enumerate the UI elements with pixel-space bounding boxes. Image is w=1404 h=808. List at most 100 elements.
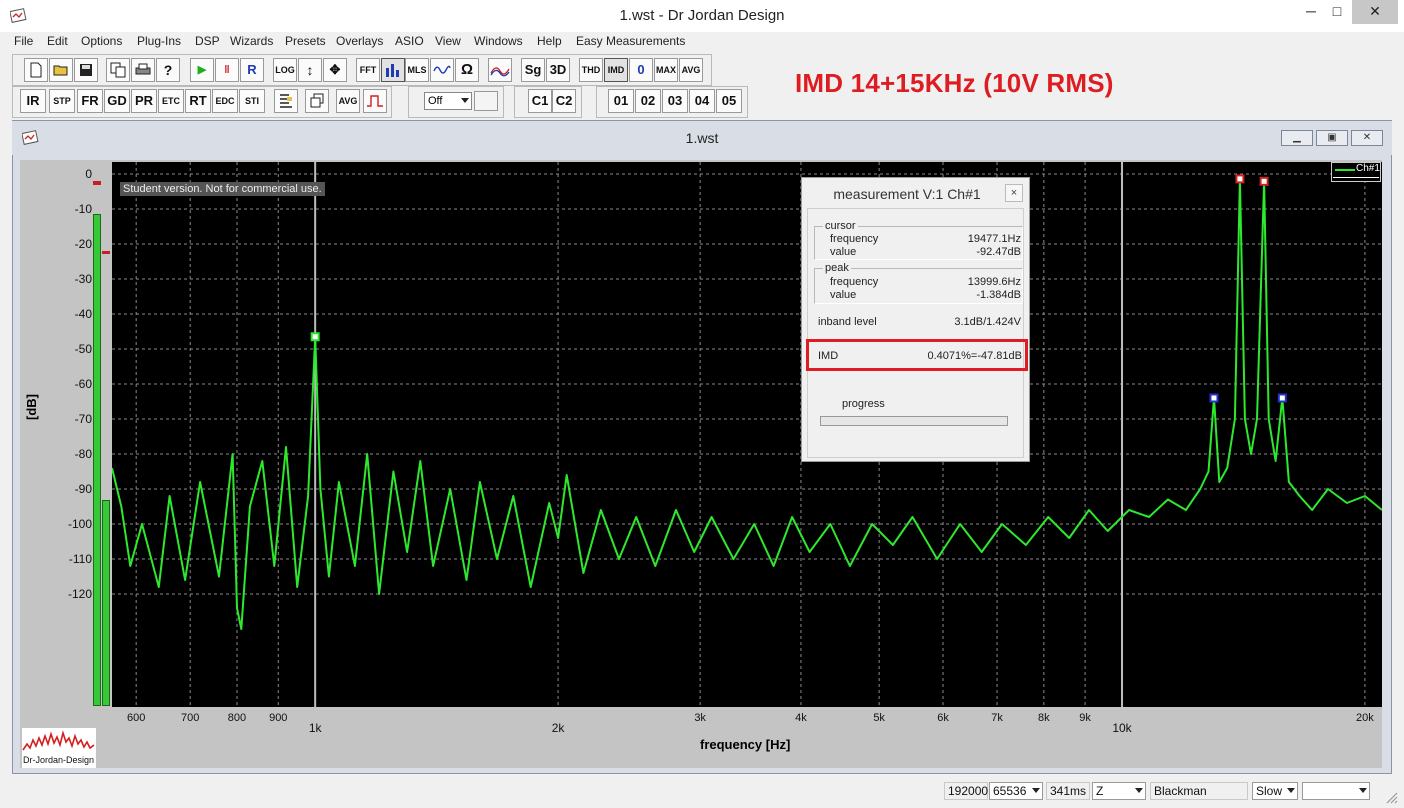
c2-button[interactable]: C2 xyxy=(552,89,576,113)
menu-overlays[interactable]: Overlays xyxy=(336,34,383,48)
print-icon[interactable] xyxy=(131,58,155,82)
c1-button[interactable]: C1 xyxy=(528,89,552,113)
menu-presets[interactable]: Presets xyxy=(285,34,326,48)
waveform-icon[interactable] xyxy=(430,58,454,82)
y-tick-label: -10 xyxy=(74,202,92,216)
windows-stack-icon[interactable] xyxy=(305,89,329,113)
peak-hold-indicator-right xyxy=(102,251,110,254)
duration-field: 341ms xyxy=(1046,782,1090,800)
vertical-zoom-icon[interactable]: ↕ xyxy=(298,58,322,82)
fft-button[interactable]: FFT xyxy=(356,58,380,82)
mls-button[interactable]: MLS xyxy=(405,58,429,82)
menu-file[interactable]: File xyxy=(14,34,33,48)
save-icon[interactable] xyxy=(74,58,98,82)
chevron-down-icon xyxy=(1135,788,1143,793)
document-minimize-button[interactable]: ▁ xyxy=(1281,130,1313,146)
menu-bar: File Edit Options Plug-Ins DSP Wizards P… xyxy=(0,32,1404,51)
sti-button[interactable]: STI xyxy=(239,89,265,113)
document-close-button[interactable]: ✕ xyxy=(1351,130,1383,146)
menu-asio[interactable]: ASIO xyxy=(395,34,424,48)
y-tick-label: -110 xyxy=(68,552,92,566)
y-tick-label: -70 xyxy=(74,412,92,426)
speed-value: Slow xyxy=(1256,784,1283,798)
log-button[interactable]: LOG xyxy=(273,58,297,82)
pause-button[interactable]: ‖ xyxy=(215,58,239,82)
extra-select[interactable] xyxy=(1302,782,1370,800)
menu-windows[interactable]: Windows xyxy=(474,34,523,48)
menu-dsp[interactable]: DSP xyxy=(195,34,220,48)
chevron-down-icon xyxy=(461,98,469,103)
y-tick-label: -30 xyxy=(74,272,92,286)
x-tick-label: 8k xyxy=(1038,712,1050,724)
x-tick-label: 6k xyxy=(937,712,949,724)
marker-tool-icon[interactable] xyxy=(274,89,298,113)
avg-button-top[interactable]: AVG xyxy=(679,58,703,82)
3d-button[interactable]: 3D xyxy=(546,58,570,82)
x-tick-label: 20k xyxy=(1356,712,1374,724)
close-button[interactable]: ✕ xyxy=(1352,0,1398,24)
maximize-button[interactable]: □ xyxy=(1322,0,1352,24)
spectrum-bars-icon[interactable] xyxy=(381,58,405,82)
menu-plugins[interactable]: Plug-Ins xyxy=(137,34,181,48)
ir-button[interactable]: IR xyxy=(20,89,46,113)
select-extra-button[interactable] xyxy=(474,91,498,111)
x-tick-label: 5k xyxy=(873,712,885,724)
preset-01-button[interactable]: 01 xyxy=(608,89,634,113)
preset-02-button[interactable]: 02 xyxy=(635,89,661,113)
open-icon[interactable] xyxy=(49,58,73,82)
gd-button[interactable]: GD xyxy=(104,89,130,113)
menu-edit[interactable]: Edit xyxy=(47,34,68,48)
zero-button[interactable]: 0 xyxy=(629,58,653,82)
inband-level-value: 3.1dB/1.424V xyxy=(954,316,1021,328)
new-icon[interactable] xyxy=(24,58,48,82)
overlay-curves-icon[interactable] xyxy=(488,58,512,82)
menu-help[interactable]: Help xyxy=(537,34,562,48)
measurement-close-button[interactable]: × xyxy=(1005,184,1023,202)
help-icon[interactable]: ? xyxy=(156,58,180,82)
edc-button[interactable]: EDC xyxy=(212,89,238,113)
imd-button[interactable]: IMD xyxy=(604,58,628,82)
pulse-icon[interactable] xyxy=(363,89,387,113)
window-function-field: Blackman xyxy=(1150,782,1248,800)
imd-value: 0.4071%=-47.81dB xyxy=(927,350,1023,362)
peak-marker xyxy=(310,332,320,342)
avg-button[interactable]: AVG xyxy=(336,89,360,113)
preset-05-button[interactable]: 05 xyxy=(716,89,742,113)
mode-select[interactable]: Off xyxy=(424,92,472,110)
sg-button[interactable]: Sg xyxy=(521,58,545,82)
window-title: 1.wst - Dr Jordan Design xyxy=(619,7,785,24)
peak-group-label: peak xyxy=(823,262,851,274)
mode-z-select[interactable]: Z xyxy=(1092,782,1146,800)
record-button[interactable]: R xyxy=(240,58,264,82)
etc-button[interactable]: ETC xyxy=(158,89,184,113)
max-button[interactable]: MAX xyxy=(654,58,678,82)
x-tick-label-major: 10k xyxy=(1112,721,1132,735)
y-axis-label: [dB] xyxy=(24,394,39,420)
thd-button[interactable]: THD xyxy=(579,58,603,82)
pr-button[interactable]: PR xyxy=(131,89,157,113)
fft-size-select[interactable]: 65536 xyxy=(989,782,1043,800)
level-meter-left xyxy=(93,214,101,706)
menu-view[interactable]: View xyxy=(435,34,461,48)
resize-grip-icon[interactable] xyxy=(1384,790,1398,804)
menu-easy-measurements[interactable]: Easy Measurements xyxy=(576,34,685,48)
play-button[interactable]: ▶ xyxy=(190,58,214,82)
preset-03-button[interactable]: 03 xyxy=(662,89,688,113)
document-restore-button[interactable]: ▣ xyxy=(1316,130,1348,146)
legend-divider xyxy=(1333,177,1379,178)
copy-icon[interactable] xyxy=(106,58,130,82)
impedance-icon[interactable]: Ω xyxy=(455,58,479,82)
stp-button[interactable]: STP xyxy=(49,89,75,113)
menu-options[interactable]: Options xyxy=(81,34,122,48)
rt-button[interactable]: RT xyxy=(185,89,211,113)
spectrum-plot[interactable] xyxy=(112,162,1382,707)
pan-icon[interactable]: ✥ xyxy=(323,58,347,82)
peak-value-label: value xyxy=(830,289,857,301)
fr-button[interactable]: FR xyxy=(77,89,103,113)
preset-04-button[interactable]: 04 xyxy=(689,89,715,113)
speed-select[interactable]: Slow xyxy=(1252,782,1298,800)
x-tick-label: 7k xyxy=(991,712,1003,724)
menu-wizards[interactable]: Wizards xyxy=(230,34,273,48)
peak-value: -1.384dB xyxy=(976,289,1021,301)
y-tick-label: -50 xyxy=(74,342,92,356)
